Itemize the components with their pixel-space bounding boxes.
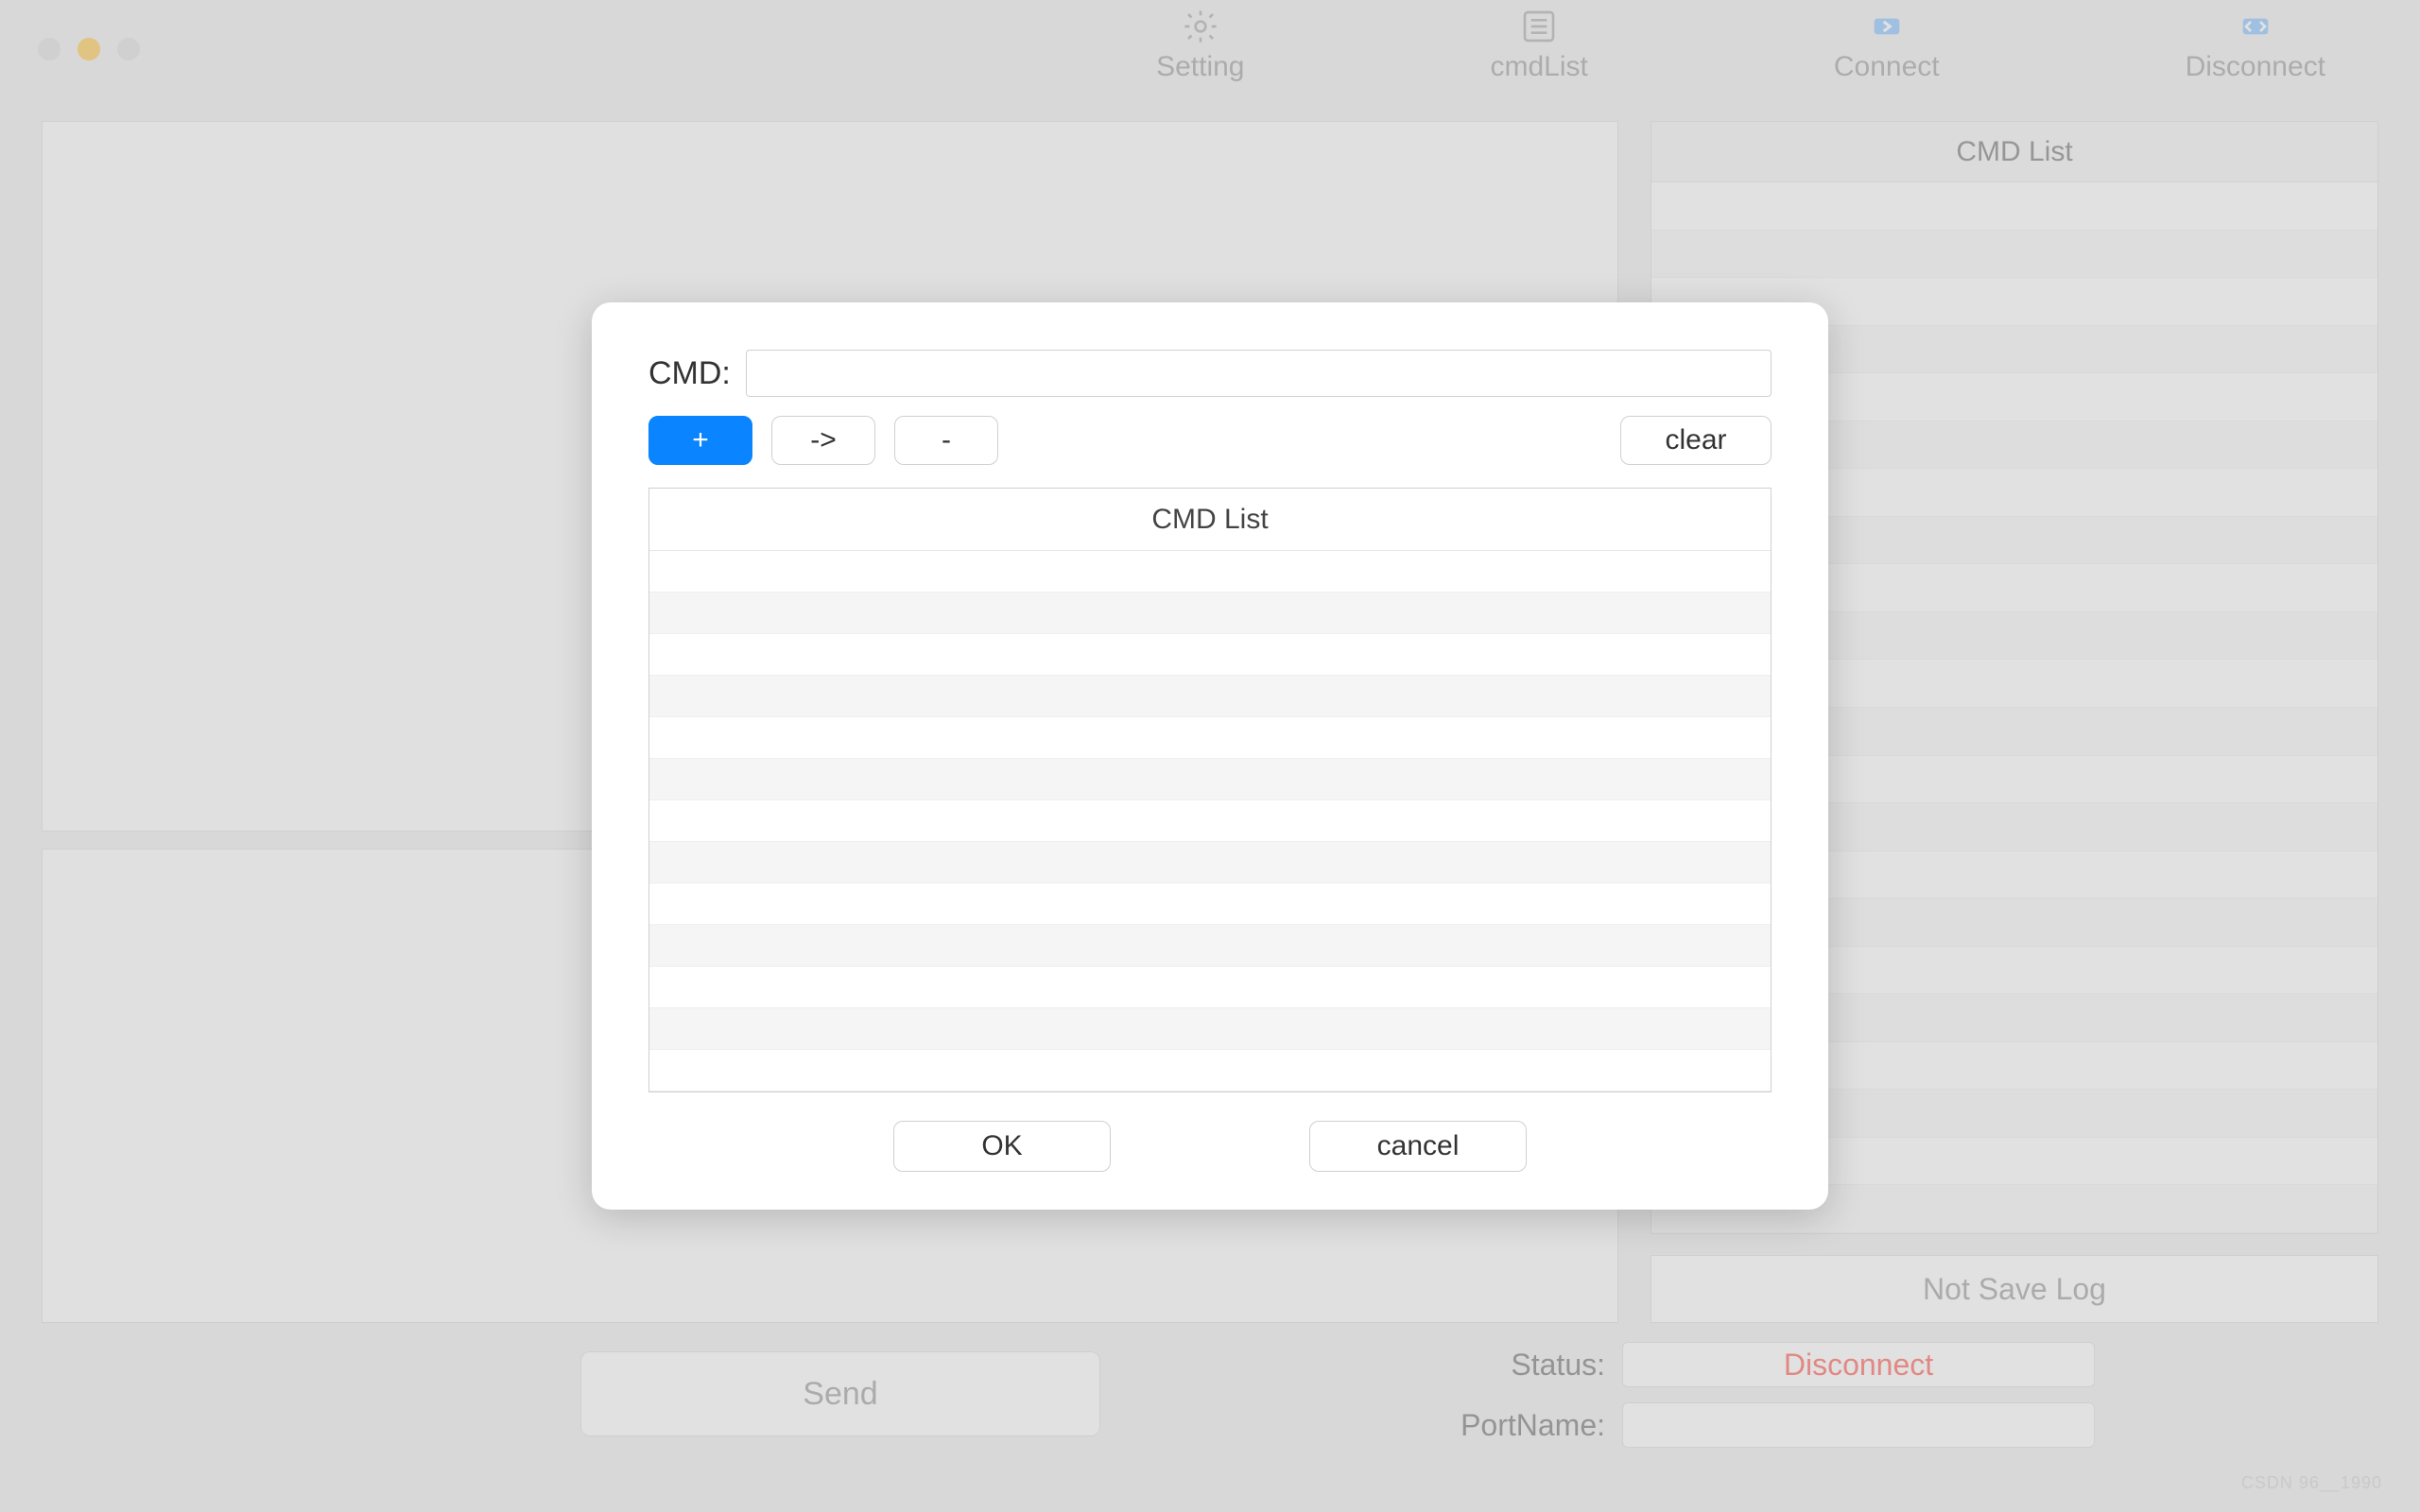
list-item[interactable]: [649, 884, 1771, 925]
list-item[interactable]: [649, 593, 1771, 634]
send-arrow-button[interactable]: ->: [771, 416, 875, 465]
modal-cmd-list-header: CMD List: [649, 489, 1771, 551]
cmd-input-label: CMD:: [648, 355, 731, 392]
cmd-input[interactable]: [746, 350, 1772, 397]
list-item[interactable]: [649, 925, 1771, 967]
list-item[interactable]: [649, 800, 1771, 842]
list-item[interactable]: [649, 676, 1771, 717]
list-item[interactable]: [649, 842, 1771, 884]
add-button[interactable]: +: [648, 416, 752, 465]
clear-button[interactable]: clear: [1620, 416, 1772, 465]
cmd-editor-dialog: CMD: + -> - clear CMD List: [592, 302, 1828, 1210]
ok-button[interactable]: OK: [893, 1121, 1111, 1172]
list-item[interactable]: [649, 634, 1771, 676]
list-item[interactable]: [649, 967, 1771, 1008]
modal-cmd-list-body[interactable]: [649, 551, 1771, 1091]
list-item[interactable]: [649, 1050, 1771, 1091]
list-item[interactable]: [649, 1008, 1771, 1050]
list-item[interactable]: [649, 717, 1771, 759]
modal-cmd-list: CMD List: [648, 488, 1772, 1092]
cancel-button[interactable]: cancel: [1309, 1121, 1527, 1172]
modal-overlay: CMD: + -> - clear CMD List: [0, 0, 2420, 1512]
remove-button[interactable]: -: [894, 416, 998, 465]
list-item[interactable]: [649, 551, 1771, 593]
list-item[interactable]: [649, 759, 1771, 800]
